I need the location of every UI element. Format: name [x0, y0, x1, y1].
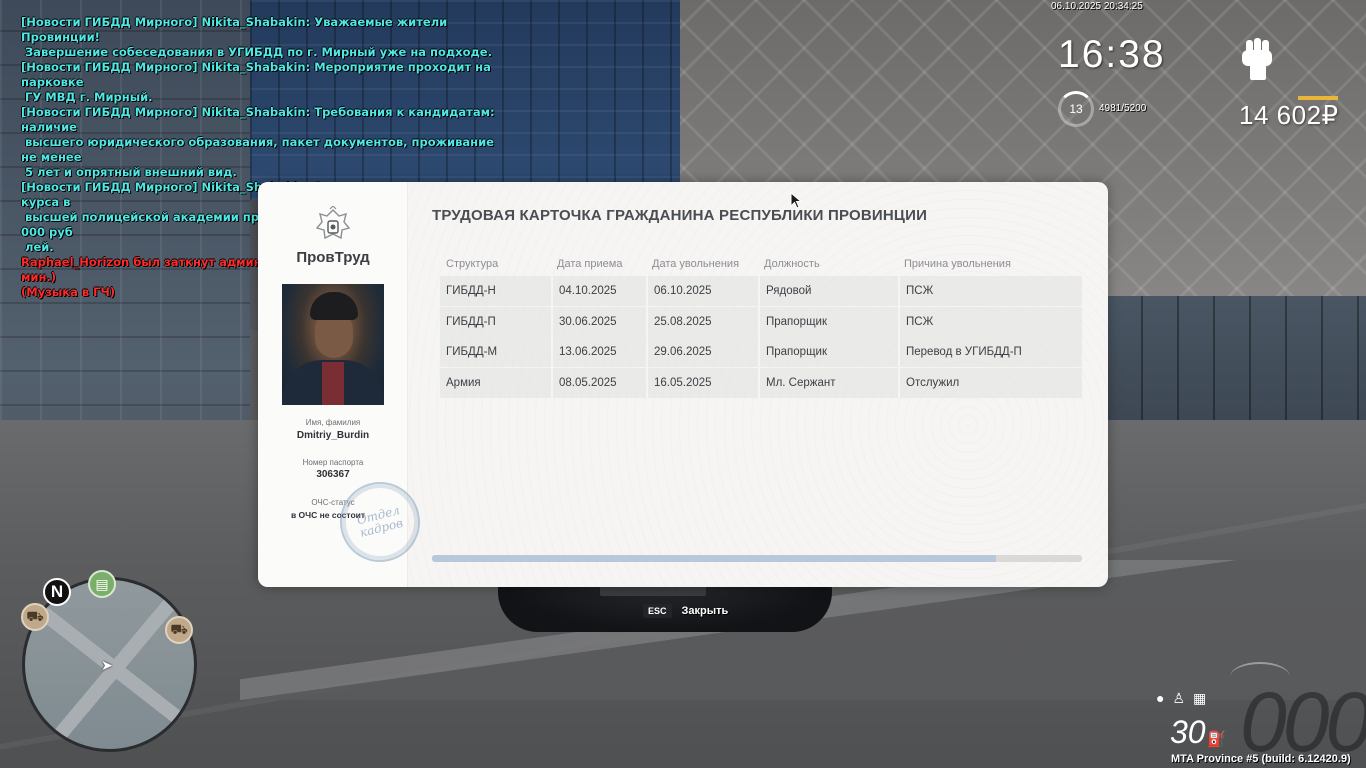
chat-line: Завершение собеседования в УГИБДД по г. … [21, 45, 492, 59]
coat-of-arms-icon [315, 206, 351, 240]
dismiss-date-cell: 16.05.2025 [646, 367, 758, 398]
level-ring: 13 [1058, 91, 1094, 127]
dismiss-date-cell: 29.06.2025 [646, 337, 758, 367]
structure-cell: Армия [440, 367, 551, 398]
structure-cell: ГИБДД-Н [440, 276, 551, 306]
table-row: Армия 08.05.2025 16.05.2025 Мл. Сержант … [440, 367, 1082, 398]
hire-date-cell: 30.06.2025 [551, 306, 646, 337]
citizen-photo [282, 284, 384, 405]
close-hint[interactable]: ESC Закрыть [643, 604, 728, 618]
passport-number: 306367 [316, 469, 350, 480]
reason-cell: Перевод в УГИБДД-П [898, 337, 1082, 367]
chat-line: [Новости ГИБДД Мирного] Nikita_Shabakin:… [21, 15, 452, 44]
modal-title: ТРУДОВАЯ КАРТОЧКА ГРАЖДАНИНА РЕСПУБЛИКИ … [432, 207, 928, 224]
build-info: MTA Province #5 (build: 6.12420.9) [1171, 753, 1351, 765]
server-datetime: 06.10.2025 20:34:25 [1051, 1, 1143, 12]
scrollbar-thumb[interactable] [432, 555, 997, 562]
hire-date-cell: 13.06.2025 [551, 337, 646, 367]
table-header: Структура Дата приема Дата увольнения До… [440, 258, 1082, 276]
fuel-pump-icon: ⛽ [1207, 731, 1226, 748]
column-header: Структура [446, 258, 499, 270]
bulldozer-icon: ⛟ [21, 603, 49, 631]
bus-station-icon: ▤ [88, 570, 116, 598]
player-position-icon: ➤ [101, 657, 113, 673]
profile-sidebar: ПровТруд Имя, фамилия Dmitriy_Burdin Ном… [258, 182, 429, 587]
column-header: Дата приема [557, 258, 623, 270]
fuel-level: 30 [1170, 714, 1206, 750]
structure-cell: ГИБДД-М [440, 337, 551, 367]
horizontal-scrollbar[interactable] [432, 555, 1082, 562]
level-value: 13 [1069, 102, 1083, 116]
building-windows [1105, 296, 1366, 426]
position-cell: Мл. Сержант [758, 367, 898, 398]
passport-label: Номер паспорта [302, 458, 364, 467]
bulldozer-icon: ⛟ [165, 616, 193, 644]
citizen-name: Dmitriy_Burdin [296, 430, 370, 441]
hr-stamp: Отдел кадров [331, 473, 429, 571]
engine-icon: ▦ [1193, 690, 1207, 706]
dismiss-date-cell: 06.10.2025 [646, 276, 758, 306]
mouse-cursor-icon [790, 192, 803, 209]
close-label[interactable]: Закрыть [682, 605, 729, 617]
brand-title: ПровТруд [296, 249, 370, 266]
money-balance: 14 602₽ [1239, 100, 1339, 130]
north-icon: N [43, 578, 71, 606]
chat-line: [Новости ГИБДД Мирного] Nikita_Shabakin:… [21, 60, 495, 89]
seatbelt-icon: ♙ [1172, 690, 1186, 706]
position-cell: Прапорщик [758, 337, 898, 367]
structure-cell: ГИБДД-П [440, 306, 551, 337]
column-header: Дата увольнения [652, 258, 740, 270]
employment-table: Структура Дата приема Дата увольнения До… [440, 258, 1082, 398]
fist-icon [1242, 38, 1272, 80]
table-row: ГИБДД-П 30.06.2025 25.08.2025 Прапорщик … [440, 306, 1082, 337]
position-cell: Рядовой [758, 276, 898, 306]
table-row: ГИБДД-Н 04.10.2025 06.10.2025 Рядовой ПС… [440, 276, 1082, 306]
hire-date-cell: 04.10.2025 [551, 276, 646, 306]
reason-cell: Отслужил [898, 367, 1082, 398]
chat-line: ГУ МВД г. Мирный. [21, 90, 153, 104]
headlight-icon: ● [1156, 690, 1165, 706]
exp-value: 4981/5200 [1099, 103, 1147, 114]
employment-card-modal: ПровТруд Имя, фамилия Dmitriy_Burdin Ном… [258, 182, 1108, 587]
column-header: Должность [764, 258, 820, 270]
column-header: Причина увольнения [904, 258, 1011, 270]
reason-cell: ПСЖ [898, 306, 1082, 337]
chat-line: высшего юридического образования, пакет … [21, 135, 498, 164]
esc-key: ESC [643, 604, 672, 618]
dismiss-date-cell: 25.08.2025 [646, 306, 758, 337]
hire-date-cell: 08.05.2025 [551, 367, 646, 398]
game-clock: 16:38 [1058, 33, 1166, 76]
name-label: Имя, фамилия [305, 418, 361, 427]
chat-line: 5 лет и опрятный внешний вид. [21, 165, 237, 179]
vehicle-indicators: ● ♙ ▦ [1156, 690, 1206, 707]
table-row: ГИБДД-М 13.06.2025 29.06.2025 Прапорщик … [440, 337, 1082, 367]
position-cell: Прапорщик [758, 306, 898, 337]
reason-cell: ПСЖ [898, 276, 1082, 306]
chat-line: [Новости ГИБДД Мирного] Nikita_Shabakin:… [21, 105, 499, 134]
